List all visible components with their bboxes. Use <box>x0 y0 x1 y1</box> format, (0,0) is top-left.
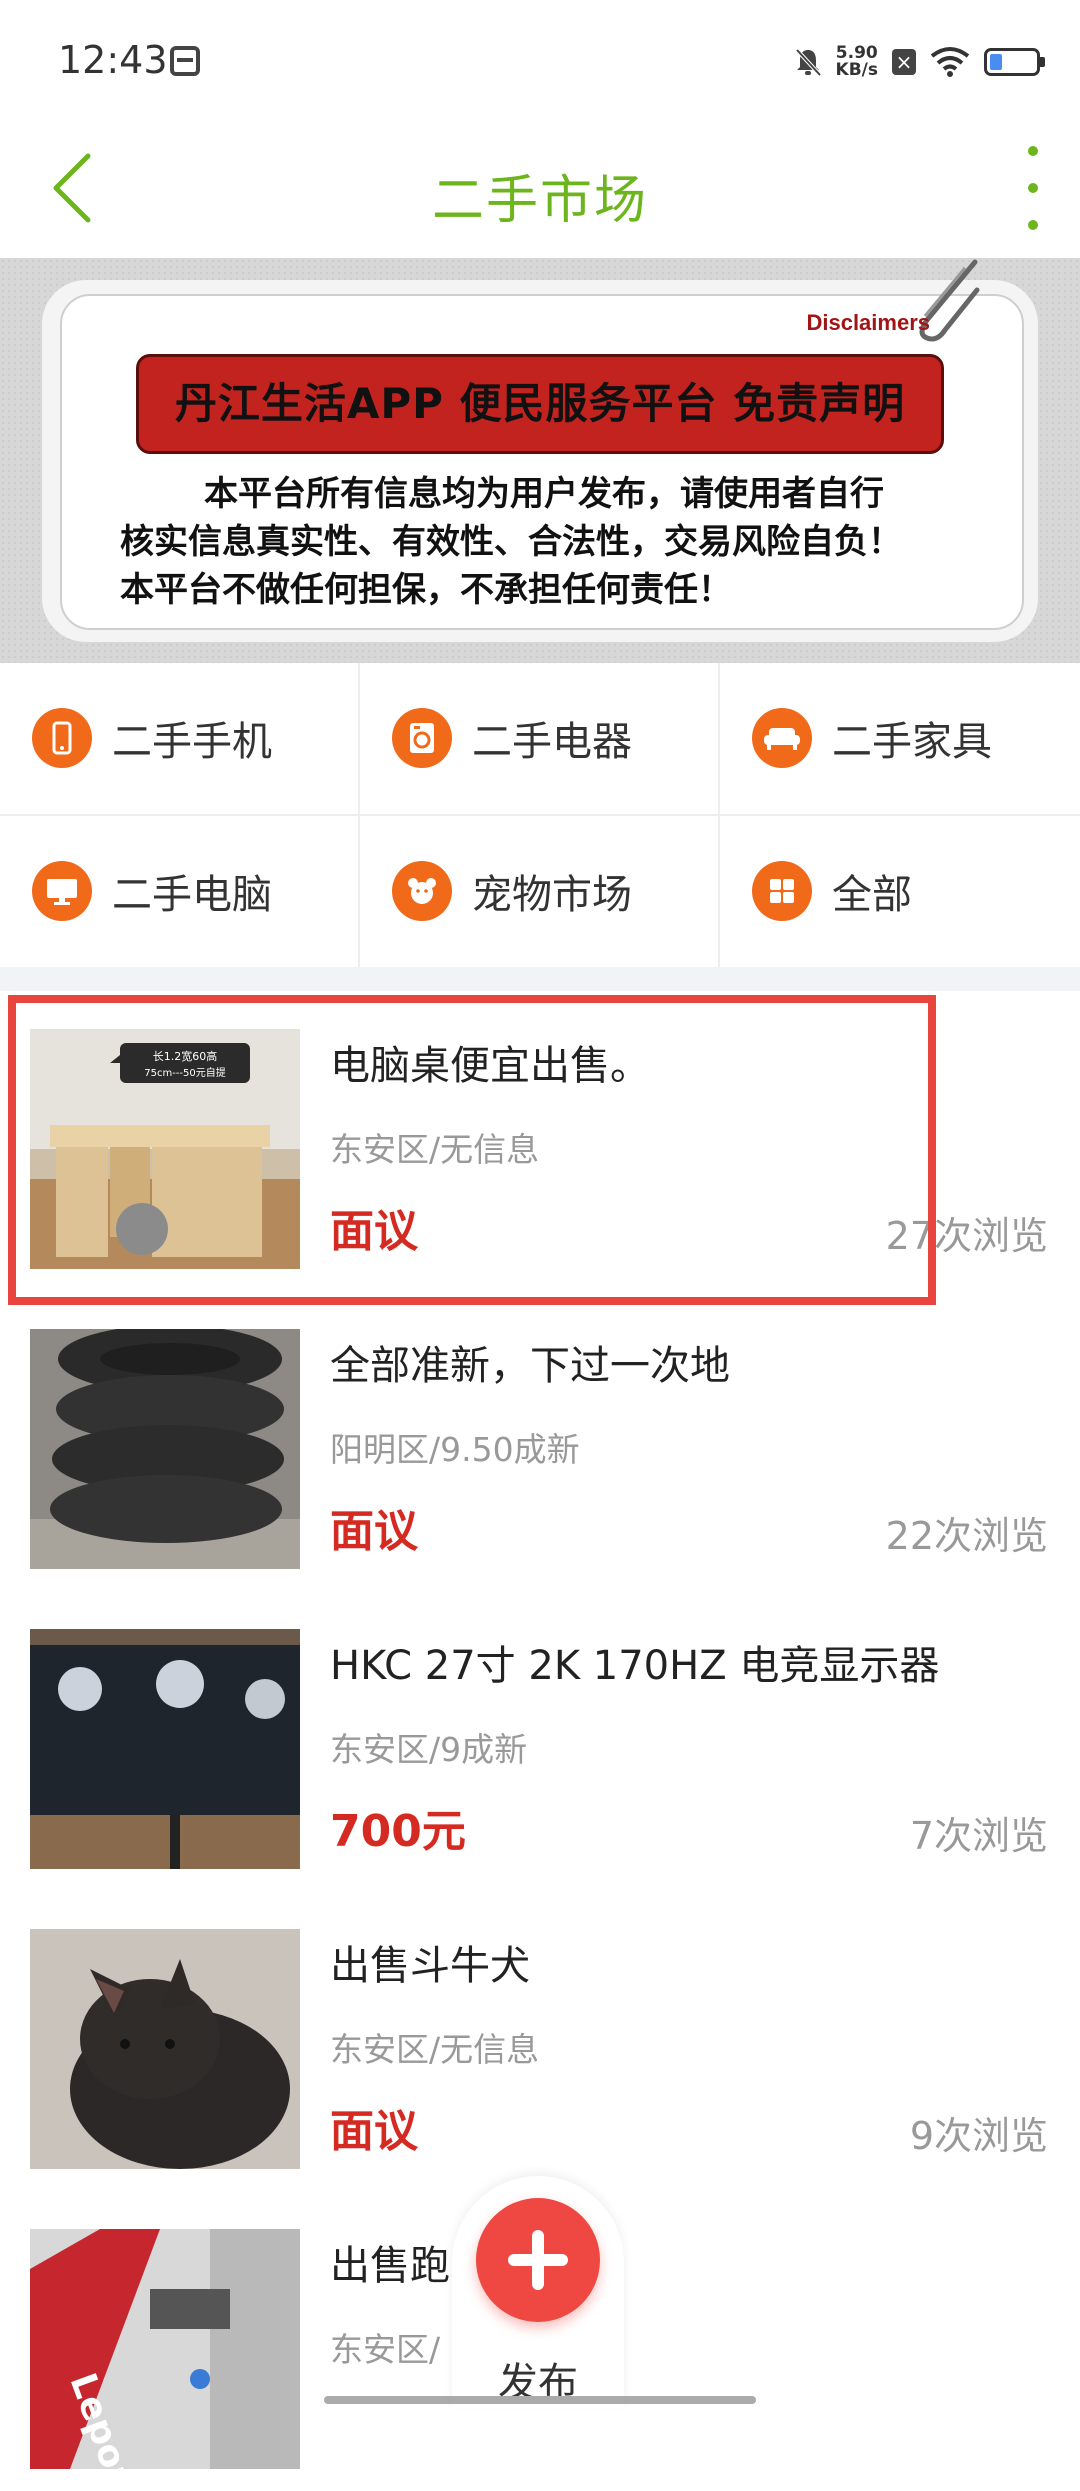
listing-thumbnail <box>30 1929 300 2169</box>
listing-title: 出售跑 <box>330 2243 450 2289</box>
category-all[interactable]: 全部 <box>720 816 1078 966</box>
listing-thumbnail <box>30 1329 300 1569</box>
list-item[interactable]: 出售斗牛犬 东安区/无信息 面议 9次浏览 <box>0 1891 1080 2193</box>
status-time: 12:43 <box>58 38 168 82</box>
listing-views: 7次浏览 <box>909 1814 1048 1858</box>
category-label: 二手家具 <box>832 719 992 765</box>
listing-views: 22次浏览 <box>885 1514 1048 1558</box>
category-label: 宠物市场 <box>472 872 632 918</box>
net-speed: 5.90 KB/s <box>836 45 878 79</box>
listing-price: 面议 <box>330 2106 418 2157</box>
listing-location: 阳明区/9.50成新 <box>330 1430 580 1469</box>
listing-thumbnail: Lepou <box>30 2229 300 2469</box>
disclaimer-text: 本平台所有信息均为用户发布，请使用者自行 核实信息真实性、有效性、合法性，交易风… <box>120 470 1000 614</box>
disclaimer-line: 本平台所有信息均为用户发布，请使用者自行 <box>204 474 884 514</box>
disclaimer-banner[interactable]: Disclaimers 丹江生活APP 便民服务平台 免责声明 本平台所有信息均… <box>0 258 1080 663</box>
category-label: 全部 <box>832 872 912 918</box>
category-used-furniture[interactable]: 二手家具 <box>720 663 1078 813</box>
close-box-icon: × <box>892 49 916 75</box>
disclaimers-tag: Disclaimers <box>806 310 930 335</box>
listing-price: 面议 <box>330 1506 418 1557</box>
category-label: 二手电器 <box>472 719 632 765</box>
status-icons: 5.90 KB/s × <box>794 40 1045 84</box>
phone-icon <box>32 708 92 768</box>
bell-muted-icon <box>795 48 822 77</box>
listing-location: 东安区/9成新 <box>330 1730 528 1769</box>
net-speed-unit: KB/s <box>835 60 878 80</box>
category-used-computers[interactable]: 二手电脑 <box>0 816 358 966</box>
list-item[interactable]: 全部准新，下过一次地 阳明区/9.50成新 面议 22次浏览 <box>0 1291 1080 1593</box>
category-used-phones[interactable]: 二手手机 <box>0 663 358 813</box>
listing-location: 东安区/无信息 <box>330 2030 540 2069</box>
category-grid: 二手手机 二手电器 二手家具 二手电脑 宠物市场 全部 <box>0 663 1080 967</box>
publish-button[interactable]: 发布 <box>452 2176 624 2408</box>
disclaimer-line: 本平台不做任何担保，不承担任何责任！ <box>120 570 732 610</box>
listing-location: 东安区/ <box>330 2330 441 2369</box>
grid-icon <box>752 861 812 921</box>
calendar-icon <box>170 46 200 76</box>
listing-title: HKC 27寸 2K 170HZ 电竞显示器 <box>330 1643 940 1689</box>
section-gap <box>0 967 1080 991</box>
disclaimer-headline: 丹江生活APP 便民服务平台 免责声明 <box>136 354 944 454</box>
home-indicator[interactable] <box>324 2396 756 2404</box>
app-header: 二手市场 <box>0 120 1080 258</box>
list-item[interactable]: HKC 27寸 2K 170HZ 电竞显示器 东安区/9成新 700元 7次浏览 <box>0 1591 1080 1893</box>
plus-icon[interactable] <box>476 2198 600 2322</box>
listing-title: 全部准新，下过一次地 <box>330 1343 730 1389</box>
category-label: 二手手机 <box>112 719 272 765</box>
more-vertical-icon[interactable] <box>1010 146 1056 230</box>
listing-thumbnail <box>30 1629 300 1869</box>
category-pet-market[interactable]: 宠物市场 <box>360 816 718 966</box>
disclaimer-line: 核实信息真实性、有效性、合法性，交易风险自负！ <box>120 522 902 562</box>
sofa-icon <box>752 708 812 768</box>
category-used-appliances[interactable]: 二手电器 <box>360 663 718 813</box>
washer-icon <box>392 708 452 768</box>
category-label: 二手电脑 <box>112 872 272 918</box>
listing-price: 700元 <box>330 1806 466 1857</box>
battery-icon <box>984 48 1045 76</box>
status-bar: 12:43 5.90 KB/s × <box>0 0 1080 120</box>
page-title: 二手市场 <box>431 171 648 231</box>
pet-icon <box>392 861 452 921</box>
monitor-icon <box>32 861 92 921</box>
wifi-icon <box>930 47 970 77</box>
highlight-box <box>8 995 936 1305</box>
listing-title: 出售斗牛犬 <box>330 1943 530 1989</box>
listing-views: 9次浏览 <box>909 2114 1048 2158</box>
